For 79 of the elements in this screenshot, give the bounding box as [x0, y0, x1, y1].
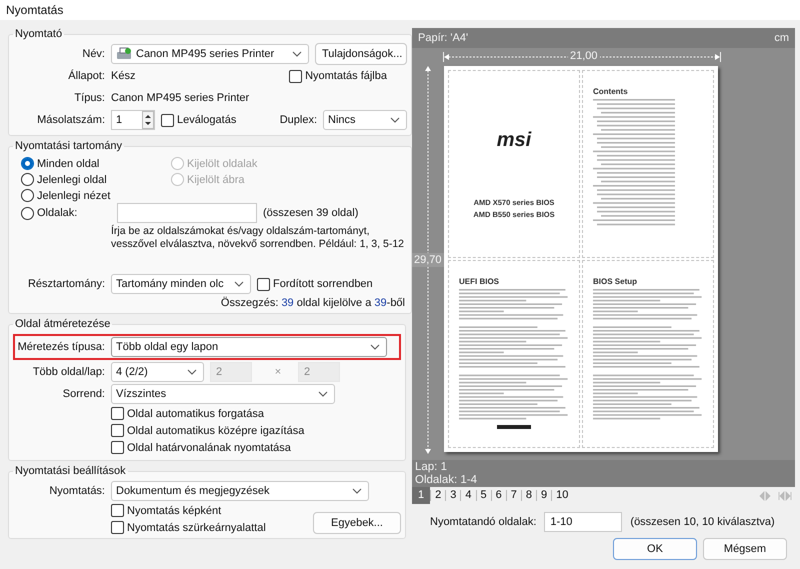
field-label: Nyomtatandó oldalak: [430, 516, 536, 528]
navigation-arrows-icon[interactable] [759, 490, 793, 500]
scaling-checkbox[interactable]: Oldal automatikus forgatása [111, 407, 401, 420]
sheet-label: Lap: 1 [415, 460, 448, 474]
status-value: Kész [111, 70, 136, 82]
paper-label: Papír: 'A4' [418, 32, 468, 44]
order-select[interactable]: Vízszintes [111, 384, 335, 404]
properties-button[interactable]: Tulajdonságok... [315, 43, 407, 65]
page-tab[interactable]: 6 [492, 487, 506, 504]
reverse-checkbox[interactable]: Fordított sorrendben [257, 278, 373, 290]
print-option-checkbox[interactable]: Nyomtatás képként [111, 504, 313, 517]
page-heading: BIOS Setup [593, 277, 638, 286]
scaling-checkbox[interactable]: Oldal határvonalának nyomtatása [111, 441, 401, 454]
page-tab[interactable]: 10 [552, 487, 572, 504]
times-sign: × [274, 366, 282, 378]
type-value: Canon MP495 series Printer [111, 92, 250, 104]
more-button[interactable]: Egyebek... [313, 512, 401, 534]
field-label: Több oldal/lap: [32, 366, 105, 378]
group-title: Oldal átméretezése [14, 318, 112, 331]
pages-radio[interactable]: Oldalak: [21, 206, 117, 220]
pages-field[interactable] [117, 203, 257, 223]
spin-arrows-icon [142, 111, 154, 129]
scaling-checkbox[interactable]: Oldal automatikus középre igazítása [111, 424, 401, 437]
dialog-button[interactable]: OK [613, 538, 697, 560]
print-select[interactable]: Dokumentum és megjegyzések [111, 481, 369, 501]
page-tab[interactable]: 8 [522, 487, 536, 504]
page-heading: UEFI BIOS [459, 277, 500, 286]
summary-text: Összegzés: 39 oldal kijelölve a 39-ből [220, 296, 406, 309]
range-radio[interactable]: Jelenlegi oldal [21, 173, 171, 186]
page-tab[interactable]: 7 [506, 487, 521, 504]
scaling-type-select[interactable]: Több oldal egy lapon [111, 337, 387, 357]
chevron-down-icon [292, 51, 302, 57]
field-label: Név: [81, 48, 105, 60]
group-title: Nyomtatási tartomány [14, 140, 123, 153]
field-label: Sorrend: [62, 388, 105, 400]
field-label: Duplex: [280, 114, 317, 126]
unit-label: cm [774, 32, 789, 44]
group-title: Nyomtató [14, 28, 64, 41]
chevron-down-icon [390, 117, 400, 123]
range-radio[interactable]: Jelenlegi nézet [21, 189, 171, 202]
logo-text: msi [496, 129, 532, 152]
group-title: Nyomtatási beállítások [14, 465, 127, 478]
print-to-file-checkbox[interactable]: Nyomtatás fájlba [289, 70, 387, 82]
chevron-down-icon [352, 488, 362, 494]
field-label: Nyomtatás: [48, 485, 105, 497]
print-option-checkbox[interactable]: Nyomtatás szürkeárnyalattal [111, 521, 313, 534]
printer-select[interactable]: Canon MP495 series Printer [111, 44, 309, 64]
pages-range-label: Oldalak: 1-4 [415, 474, 478, 486]
page-tab[interactable]: 5 [476, 487, 491, 504]
page-heading: Contents [593, 87, 629, 96]
field-label: Résztartomány: [26, 278, 105, 290]
chevron-down-icon [370, 344, 380, 350]
duplex-select[interactable]: Nincs [323, 110, 407, 130]
chevron-down-icon [187, 369, 197, 375]
page-tab[interactable]: 4 [461, 487, 476, 504]
pages-to-print-field[interactable]: 1-10 [544, 512, 622, 532]
chevron-down-icon [318, 391, 328, 397]
width-value: 21,00 [568, 50, 600, 63]
collate-checkbox[interactable]: Leválogatás [161, 114, 236, 126]
chevron-down-icon [234, 281, 244, 287]
field-label: Másolatszám: [36, 114, 105, 126]
height-value: 29,70 [412, 253, 444, 267]
dialog-button[interactable]: Mégsem [703, 538, 787, 560]
range-radio[interactable]: Minden oldal [21, 157, 171, 170]
printer-icon [116, 47, 132, 61]
pages-hint: (összesen 39 oldal) [263, 207, 358, 219]
page-tab[interactable]: 1 [412, 487, 430, 504]
page-tab[interactable]: 2 [431, 487, 446, 504]
page-tab[interactable]: 9 [537, 487, 552, 504]
subset-select[interactable]: Tartomány minden olc [111, 274, 251, 294]
selection-hint: (összesen 10, 10 kiválasztva) [630, 516, 775, 528]
field-label: Típus: [73, 92, 105, 104]
field-label: Méretezés típusa: [16, 341, 105, 353]
copies-spinner[interactable]: 1 [111, 110, 155, 130]
page-tab[interactable]: 3 [446, 487, 460, 504]
window-title: Nyomtatás [0, 0, 800, 20]
field-label: Állapot: [67, 70, 105, 82]
pages-per-sheet-select[interactable]: 4 (2/2) [111, 362, 204, 382]
help-text: Írja be az oldalszámokat és/vagy oldalszám-tartományt, vesszővel elválasztva, növekvő sorrendben. Például: 1, 3, 5-12 [111, 224, 406, 251]
